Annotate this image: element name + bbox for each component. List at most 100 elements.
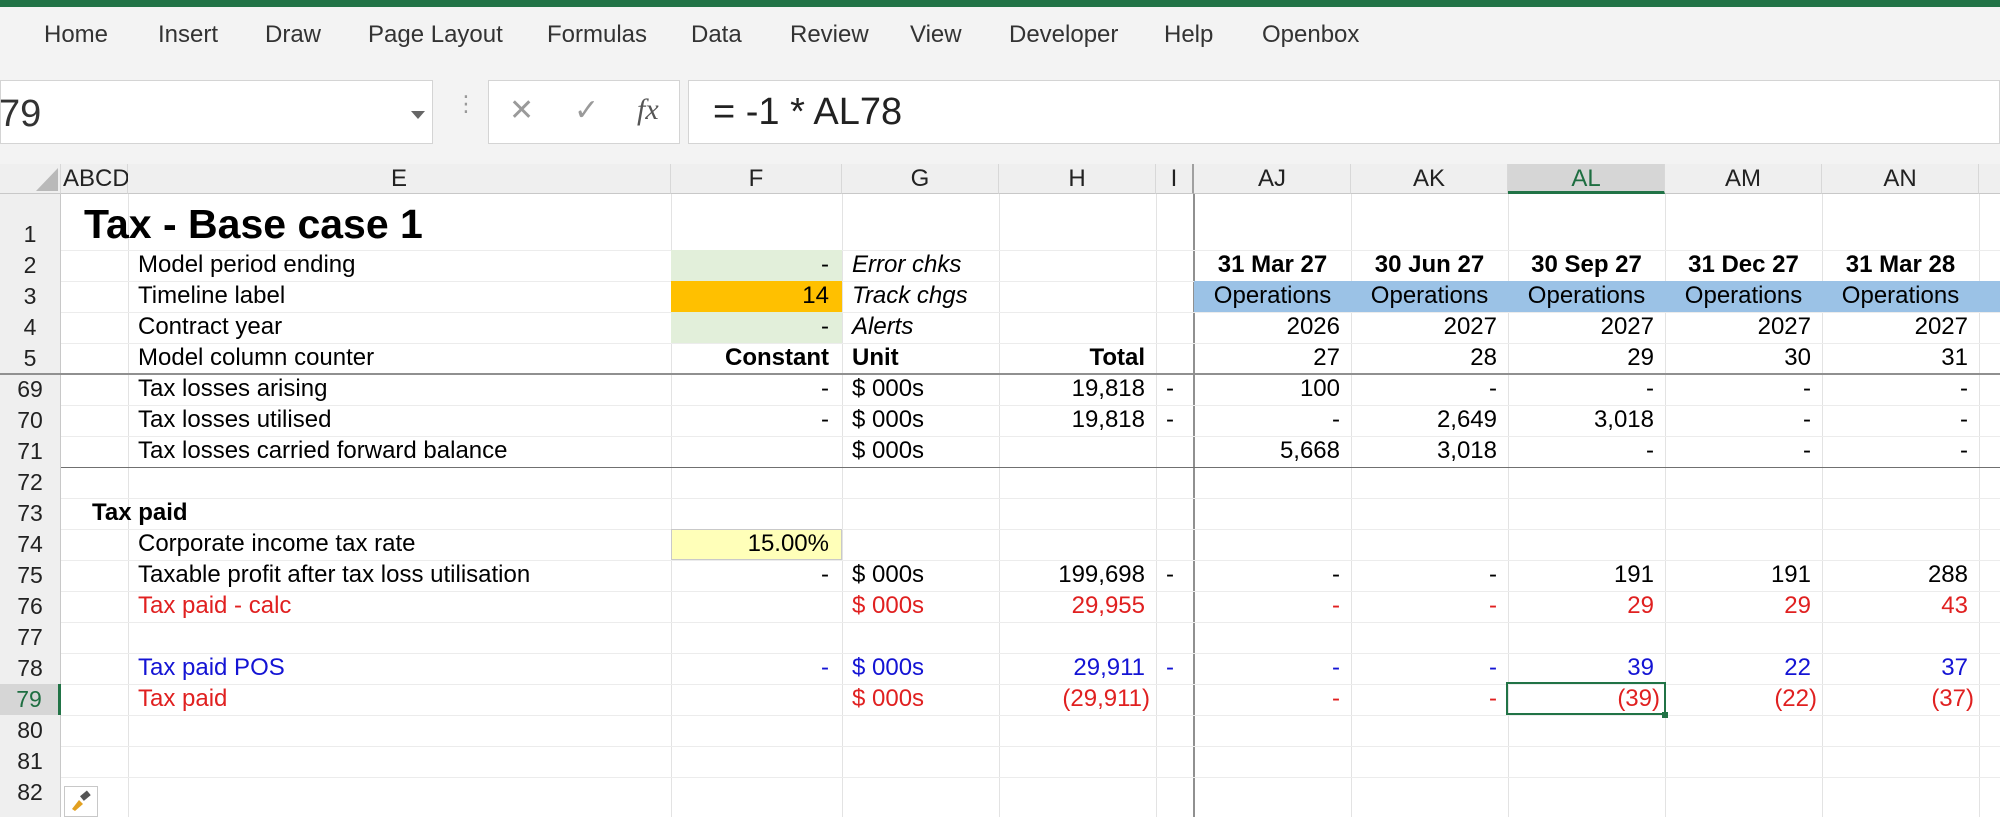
cell-value[interactable]: - — [671, 374, 829, 404]
col-header-h[interactable]: H — [999, 164, 1156, 194]
cell-value[interactable]: 19,818 — [999, 405, 1145, 435]
row-label[interactable]: Model period ending — [138, 250, 356, 280]
col-header-al[interactable]: AL — [1508, 164, 1665, 194]
column-heading[interactable]: Total — [999, 343, 1145, 373]
timeline-label[interactable]: Operations — [1508, 281, 1665, 311]
row-header-73[interactable]: 73 — [0, 498, 61, 529]
row-header-3[interactable]: 3 — [0, 281, 61, 312]
row-label[interactable]: Tax losses arising — [138, 374, 327, 404]
row-header-69[interactable]: 69 — [0, 374, 61, 405]
col-header-e[interactable]: E — [128, 164, 671, 194]
cell-value[interactable]: 27 — [1194, 343, 1340, 373]
cell-value[interactable]: 29,955 — [999, 591, 1145, 621]
cell-value[interactable]: - — [1166, 374, 1174, 404]
cell-value[interactable]: - — [1351, 591, 1497, 621]
cell-value[interactable]: 3,018 — [1351, 436, 1497, 466]
cell-value[interactable]: - — [1665, 436, 1811, 466]
row-label[interactable]: Model column counter — [138, 343, 374, 373]
worksheet-grid[interactable]: ABCD E F G H I AJ AK AL AM AN 1 2 3 4 5 … — [0, 164, 2000, 817]
row-label[interactable]: Contract year — [138, 312, 282, 342]
cell-value[interactable]: - — [1351, 374, 1497, 404]
cell-value[interactable]: 191 — [1665, 560, 1811, 590]
cell-value[interactable]: - — [1194, 591, 1340, 621]
tab-home[interactable]: Home — [44, 21, 108, 49]
cell-value[interactable]: 29 — [1508, 591, 1654, 621]
cell-value[interactable]: Error chks — [852, 250, 961, 280]
tab-draw[interactable]: Draw — [265, 21, 321, 49]
cell-value[interactable]: - — [1194, 653, 1340, 683]
cell-value[interactable]: 2027 — [1508, 312, 1654, 342]
row-header-81[interactable]: 81 — [0, 746, 61, 777]
col-header-abcd[interactable]: ABCD — [61, 164, 130, 194]
cell-value[interactable]: 100 — [1194, 374, 1340, 404]
cell-value[interactable]: 28 — [1351, 343, 1497, 373]
row-header-75[interactable]: 75 — [0, 560, 61, 591]
row-header-76[interactable]: 76 — [0, 591, 61, 622]
tab-review[interactable]: Review — [790, 21, 869, 49]
cell-value[interactable]: 2027 — [1665, 312, 1811, 342]
cell-value[interactable]: - — [1194, 560, 1340, 590]
cell-value[interactable]: (29,911) — [999, 684, 1150, 714]
cell-value[interactable]: 31 — [1822, 343, 1968, 373]
cell-value[interactable]: (37) — [1822, 684, 1974, 714]
col-header-f[interactable]: F — [671, 164, 842, 194]
cell-value[interactable]: - — [671, 560, 829, 590]
select-all-button[interactable] — [0, 164, 61, 194]
cell-value[interactable]: $ 000s — [852, 591, 924, 621]
row-header-79[interactable]: 79 — [0, 684, 61, 715]
tab-openbox[interactable]: Openbox — [1262, 21, 1359, 49]
col-header-an[interactable]: AN — [1822, 164, 1979, 194]
cell-value[interactable]: - — [671, 312, 829, 342]
cell-value[interactable]: - — [1194, 405, 1340, 435]
cell-value[interactable]: 288 — [1822, 560, 1968, 590]
drag-handle-icon[interactable]: ⋮ — [455, 93, 477, 115]
formula-input[interactable]: = -1 * AL78 — [688, 80, 2000, 144]
row-label[interactable]: Corporate income tax rate — [138, 529, 415, 559]
date-header[interactable]: 31 Mar 28 — [1822, 250, 1979, 280]
cell-value[interactable]: 22 — [1665, 653, 1811, 683]
cell-value[interactable]: - — [1665, 374, 1811, 404]
cell-value[interactable]: 191 — [1508, 560, 1654, 590]
tab-developer[interactable]: Developer — [1009, 21, 1118, 49]
col-header-i[interactable]: I — [1156, 164, 1194, 194]
cell-value[interactable]: $ 000s — [852, 374, 924, 404]
date-header[interactable]: 30 Jun 27 — [1351, 250, 1508, 280]
cell-value[interactable]: 2027 — [1351, 312, 1497, 342]
active-cell-selection[interactable] — [1506, 682, 1666, 715]
row-header-71[interactable]: 71 — [0, 436, 61, 467]
row-header-77[interactable]: 77 — [0, 622, 61, 653]
cell-value[interactable]: - — [1351, 653, 1497, 683]
date-header[interactable]: 31 Dec 27 — [1665, 250, 1822, 280]
col-header-ak[interactable]: AK — [1351, 164, 1508, 194]
cell-value[interactable]: - — [1351, 684, 1497, 714]
cell-value[interactable]: 2,649 — [1351, 405, 1497, 435]
timeline-label[interactable]: Operations — [1351, 281, 1508, 311]
row-label[interactable]: Tax paid — [138, 684, 227, 714]
cell-value[interactable]: - — [1822, 374, 1968, 404]
row-header-70[interactable]: 70 — [0, 405, 61, 436]
cell-value[interactable]: 29,911 — [999, 653, 1145, 683]
col-header-aj[interactable]: AJ — [1194, 164, 1351, 194]
row-header-82[interactable]: 82 — [0, 777, 61, 817]
cell-value[interactable]: $ 000s — [852, 684, 924, 714]
cell-value[interactable]: 19,818 — [999, 374, 1145, 404]
cell-value[interactable]: $ 000s — [852, 653, 924, 683]
cell-value[interactable]: 199,698 — [999, 560, 1145, 590]
row-header-80[interactable]: 80 — [0, 715, 61, 746]
tab-page-layout[interactable]: Page Layout — [368, 21, 503, 49]
date-header[interactable]: 30 Sep 27 — [1508, 250, 1665, 280]
tab-help[interactable]: Help — [1164, 21, 1213, 49]
cell-value[interactable]: Track chgs — [852, 281, 968, 311]
date-header[interactable]: 31 Mar 27 — [1194, 250, 1351, 280]
tab-formulas[interactable]: Formulas — [547, 21, 647, 49]
cell-value[interactable]: 37 — [1822, 653, 1968, 683]
cell-value[interactable]: 15.00% — [671, 529, 829, 559]
cell-value[interactable]: - — [671, 250, 829, 280]
fill-handle[interactable] — [1662, 712, 1668, 718]
cell-value[interactable]: - — [1822, 436, 1968, 466]
chevron-down-icon[interactable] — [411, 111, 425, 119]
row-label[interactable]: Tax losses utilised — [138, 405, 331, 435]
col-header-am[interactable]: AM — [1665, 164, 1822, 194]
fx-icon[interactable]: fx — [637, 93, 659, 127]
timeline-label[interactable]: Operations — [1665, 281, 1822, 311]
